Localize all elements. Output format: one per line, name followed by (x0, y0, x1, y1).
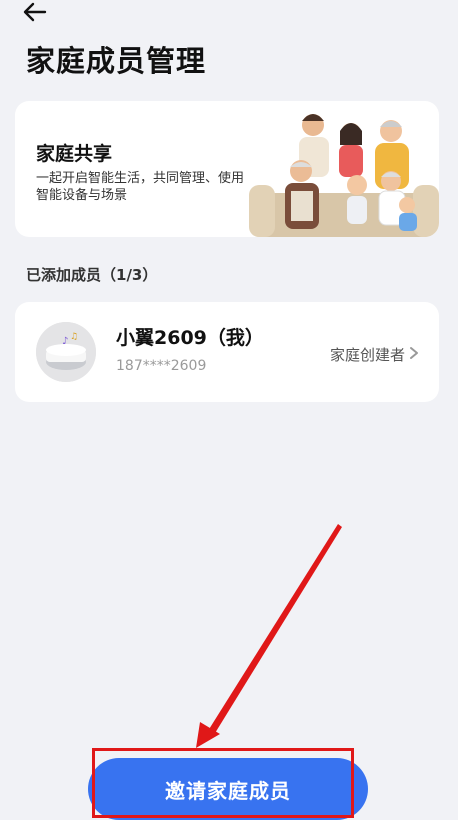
share-description: 一起开启智能生活，共同管理、使用智能设备与场景 (36, 171, 245, 203)
chevron-right-icon (410, 347, 418, 359)
smart-speaker-avatar: ♪ ♫ (36, 322, 96, 382)
member-name: 小翼2609（我） (116, 327, 264, 349)
members-section-label: 已添加成员（1/3） (26, 266, 158, 284)
share-title: 家庭共享 (36, 143, 113, 165)
invite-family-member-button[interactable]: 邀请家庭成员 (88, 758, 368, 820)
member-row[interactable]: ♪ ♫ 小翼2609（我） 187****2609 家庭创建者 (15, 302, 439, 402)
member-role: 家庭创建者 (329, 346, 405, 364)
family-illustration (249, 114, 439, 237)
family-share-card: 家庭共享 一起开启智能生活，共同管理、使用智能设备与场景 (15, 101, 439, 237)
back-button[interactable] (18, 0, 52, 24)
avatar: ♪ ♫ (36, 322, 96, 382)
svg-text:♫: ♫ (70, 332, 78, 342)
member-phone: 187****2609 (116, 358, 207, 374)
page-title: 家庭成员管理 (26, 44, 207, 78)
svg-text:♪: ♪ (62, 336, 68, 347)
arrow-left-icon (23, 2, 47, 22)
